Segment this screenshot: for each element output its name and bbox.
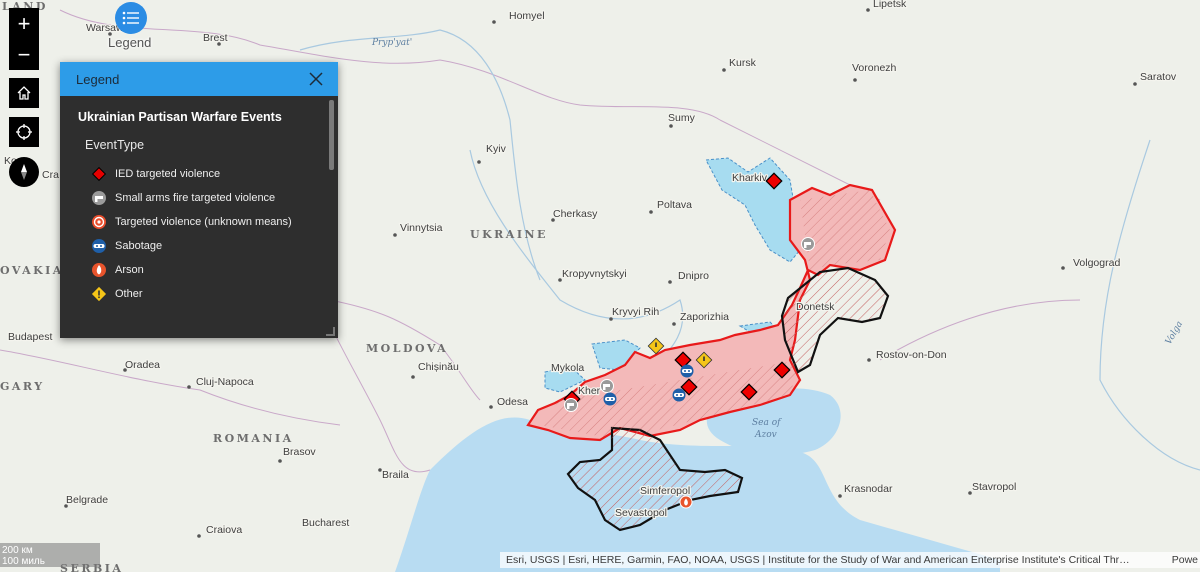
city-kharkiv: Kharkiv xyxy=(732,172,768,184)
river-label-pripyat: Pryp'yat' xyxy=(371,38,412,48)
legend-item-label: Sabotage xyxy=(115,240,163,252)
sabotage-marker[interactable] xyxy=(603,392,617,406)
fire-icon xyxy=(92,263,106,277)
legend-item: IED targeted violence xyxy=(91,162,320,186)
city-simferopol: Simferopol xyxy=(640,485,690,497)
attribution-text: Esri, USGS | Esri, HERE, Garmin, FAO, NO… xyxy=(506,554,1130,566)
legend-item: Other xyxy=(91,282,320,306)
city-braila: Braila xyxy=(382,469,409,481)
legend-item-label: Small arms fire targeted violence xyxy=(115,192,276,204)
legend-panel: Legend Ukrainian Partisan Warfare Events… xyxy=(60,62,338,338)
zoom-in-button[interactable]: + xyxy=(9,8,39,39)
city-kherson: Kher xyxy=(578,385,601,397)
powered-by-text[interactable]: Powe xyxy=(1172,552,1198,568)
city-belgrade: Belgrade xyxy=(66,494,108,506)
city-zaporizhia: Zaporizhia xyxy=(680,311,729,323)
city-donetsk: Donetsk xyxy=(796,301,835,313)
country-label-ukraine: UKRAINE xyxy=(470,228,548,241)
country-label-moldova: MOLDOVA xyxy=(366,342,448,355)
sea-label-azov-1: Sea of xyxy=(752,418,782,428)
legend-toggle-button[interactable] xyxy=(115,2,147,34)
scale-mi: 100 миль xyxy=(2,556,45,567)
city-brest: Brest xyxy=(203,32,228,44)
sabotage-marker[interactable] xyxy=(680,364,694,378)
sabotage-marker[interactable] xyxy=(672,388,686,402)
zoom-control: + − xyxy=(9,8,39,70)
sea-label-azov-2: Azov xyxy=(754,430,777,440)
home-icon xyxy=(17,86,31,100)
list-icon xyxy=(122,11,139,25)
legend-item: Targeted violence (unknown means) xyxy=(91,210,320,234)
city-bucharest: Bucharest xyxy=(302,517,349,529)
legend-resize-handle[interactable] xyxy=(326,327,335,336)
legend-item: Sabotage xyxy=(91,234,320,258)
legend-toggle-label: Legend xyxy=(108,35,152,50)
legend-scrollbar[interactable] xyxy=(329,100,334,170)
city-poltava: Poltava xyxy=(657,199,692,211)
city-lipetsk: Lipetsk xyxy=(873,0,907,10)
city-mykolaiv: Mykola xyxy=(551,362,584,374)
city-volgograd: Volgograd xyxy=(1073,257,1120,269)
legend-item-label: IED targeted violence xyxy=(115,168,221,180)
legend-item-label: Arson xyxy=(115,264,144,276)
compass-button[interactable] xyxy=(9,157,39,187)
warning-diamond-icon xyxy=(91,286,107,302)
zoom-out-button[interactable]: − xyxy=(9,39,39,70)
city-vinnytsia: Vinnytsia xyxy=(400,222,443,234)
compass-icon xyxy=(21,164,27,180)
city-kropyvnytskyi: Kropyvnytskyi xyxy=(562,268,627,280)
crosshair-icon xyxy=(16,124,32,140)
legend-item: Arson xyxy=(91,258,320,282)
pistol-icon xyxy=(92,191,106,205)
city-craiova: Craiova xyxy=(206,524,242,536)
city-cluj: Cluj-Napoca xyxy=(196,376,254,388)
city-sevastopol: Sevastopol xyxy=(615,507,667,519)
city-sumy: Sumy xyxy=(668,112,696,124)
legend-title: Legend xyxy=(76,71,120,87)
city-budapest: Budapest xyxy=(8,331,52,343)
scale-label: 200 км 100 миль xyxy=(2,545,45,567)
city-kyiv: Kyiv xyxy=(486,143,507,155)
city-cra: Cra xyxy=(42,169,59,181)
city-chisinau: Chișinău xyxy=(418,361,459,373)
city-voronezh: Voronezh xyxy=(852,62,897,74)
mask-icon xyxy=(92,239,106,253)
locate-button[interactable] xyxy=(9,117,39,147)
attribution-bar[interactable]: Esri, USGS | Esri, HERE, Garmin, FAO, NO… xyxy=(500,552,1200,568)
city-homyel: Homyel xyxy=(509,10,545,22)
city-kursk: Kursk xyxy=(729,57,757,69)
ied-diamond-icon xyxy=(91,166,107,182)
city-krasnodar: Krasnodar xyxy=(844,483,893,495)
country-label-romania: ROMANIA xyxy=(213,432,294,445)
city-saratov: Saratov xyxy=(1140,71,1177,83)
scale-km: 200 км xyxy=(2,545,33,556)
city-rostov: Rostov-on-Don xyxy=(876,349,947,361)
home-button[interactable] xyxy=(9,78,39,108)
legend-item-label: Targeted violence (unknown means) xyxy=(115,216,292,228)
target-icon xyxy=(92,215,106,229)
city-stavropol: Stavropol xyxy=(972,481,1016,493)
small-arms-marker[interactable] xyxy=(801,237,815,251)
legend-item: Small arms fire targeted violence xyxy=(91,186,320,210)
country-label-slovakia: OVAKIA xyxy=(0,264,64,277)
arson-marker[interactable] xyxy=(679,495,693,509)
legend-layer-title: Ukrainian Partisan Warfare Events xyxy=(78,110,282,124)
city-brasov: Brasov xyxy=(283,446,316,458)
small-arms-marker[interactable] xyxy=(600,379,614,393)
legend-field-label: EventType xyxy=(85,138,145,152)
legend-body: Ukrainian Partisan Warfare Events EventT… xyxy=(60,96,338,306)
city-odesa: Odesa xyxy=(497,396,528,408)
close-icon[interactable] xyxy=(308,71,324,87)
city-dnipro: Dnipro xyxy=(678,270,709,282)
small-arms-marker[interactable] xyxy=(564,398,578,412)
city-cherkasy: Cherkasy xyxy=(553,208,598,220)
city-oradea: Oradea xyxy=(125,359,160,371)
country-label-hungary: GARY xyxy=(0,380,45,393)
city-kryvyi-rih: Kryvyi Rih xyxy=(612,306,659,318)
legend-item-label: Other xyxy=(115,288,143,300)
legend-header: Legend xyxy=(60,62,338,96)
